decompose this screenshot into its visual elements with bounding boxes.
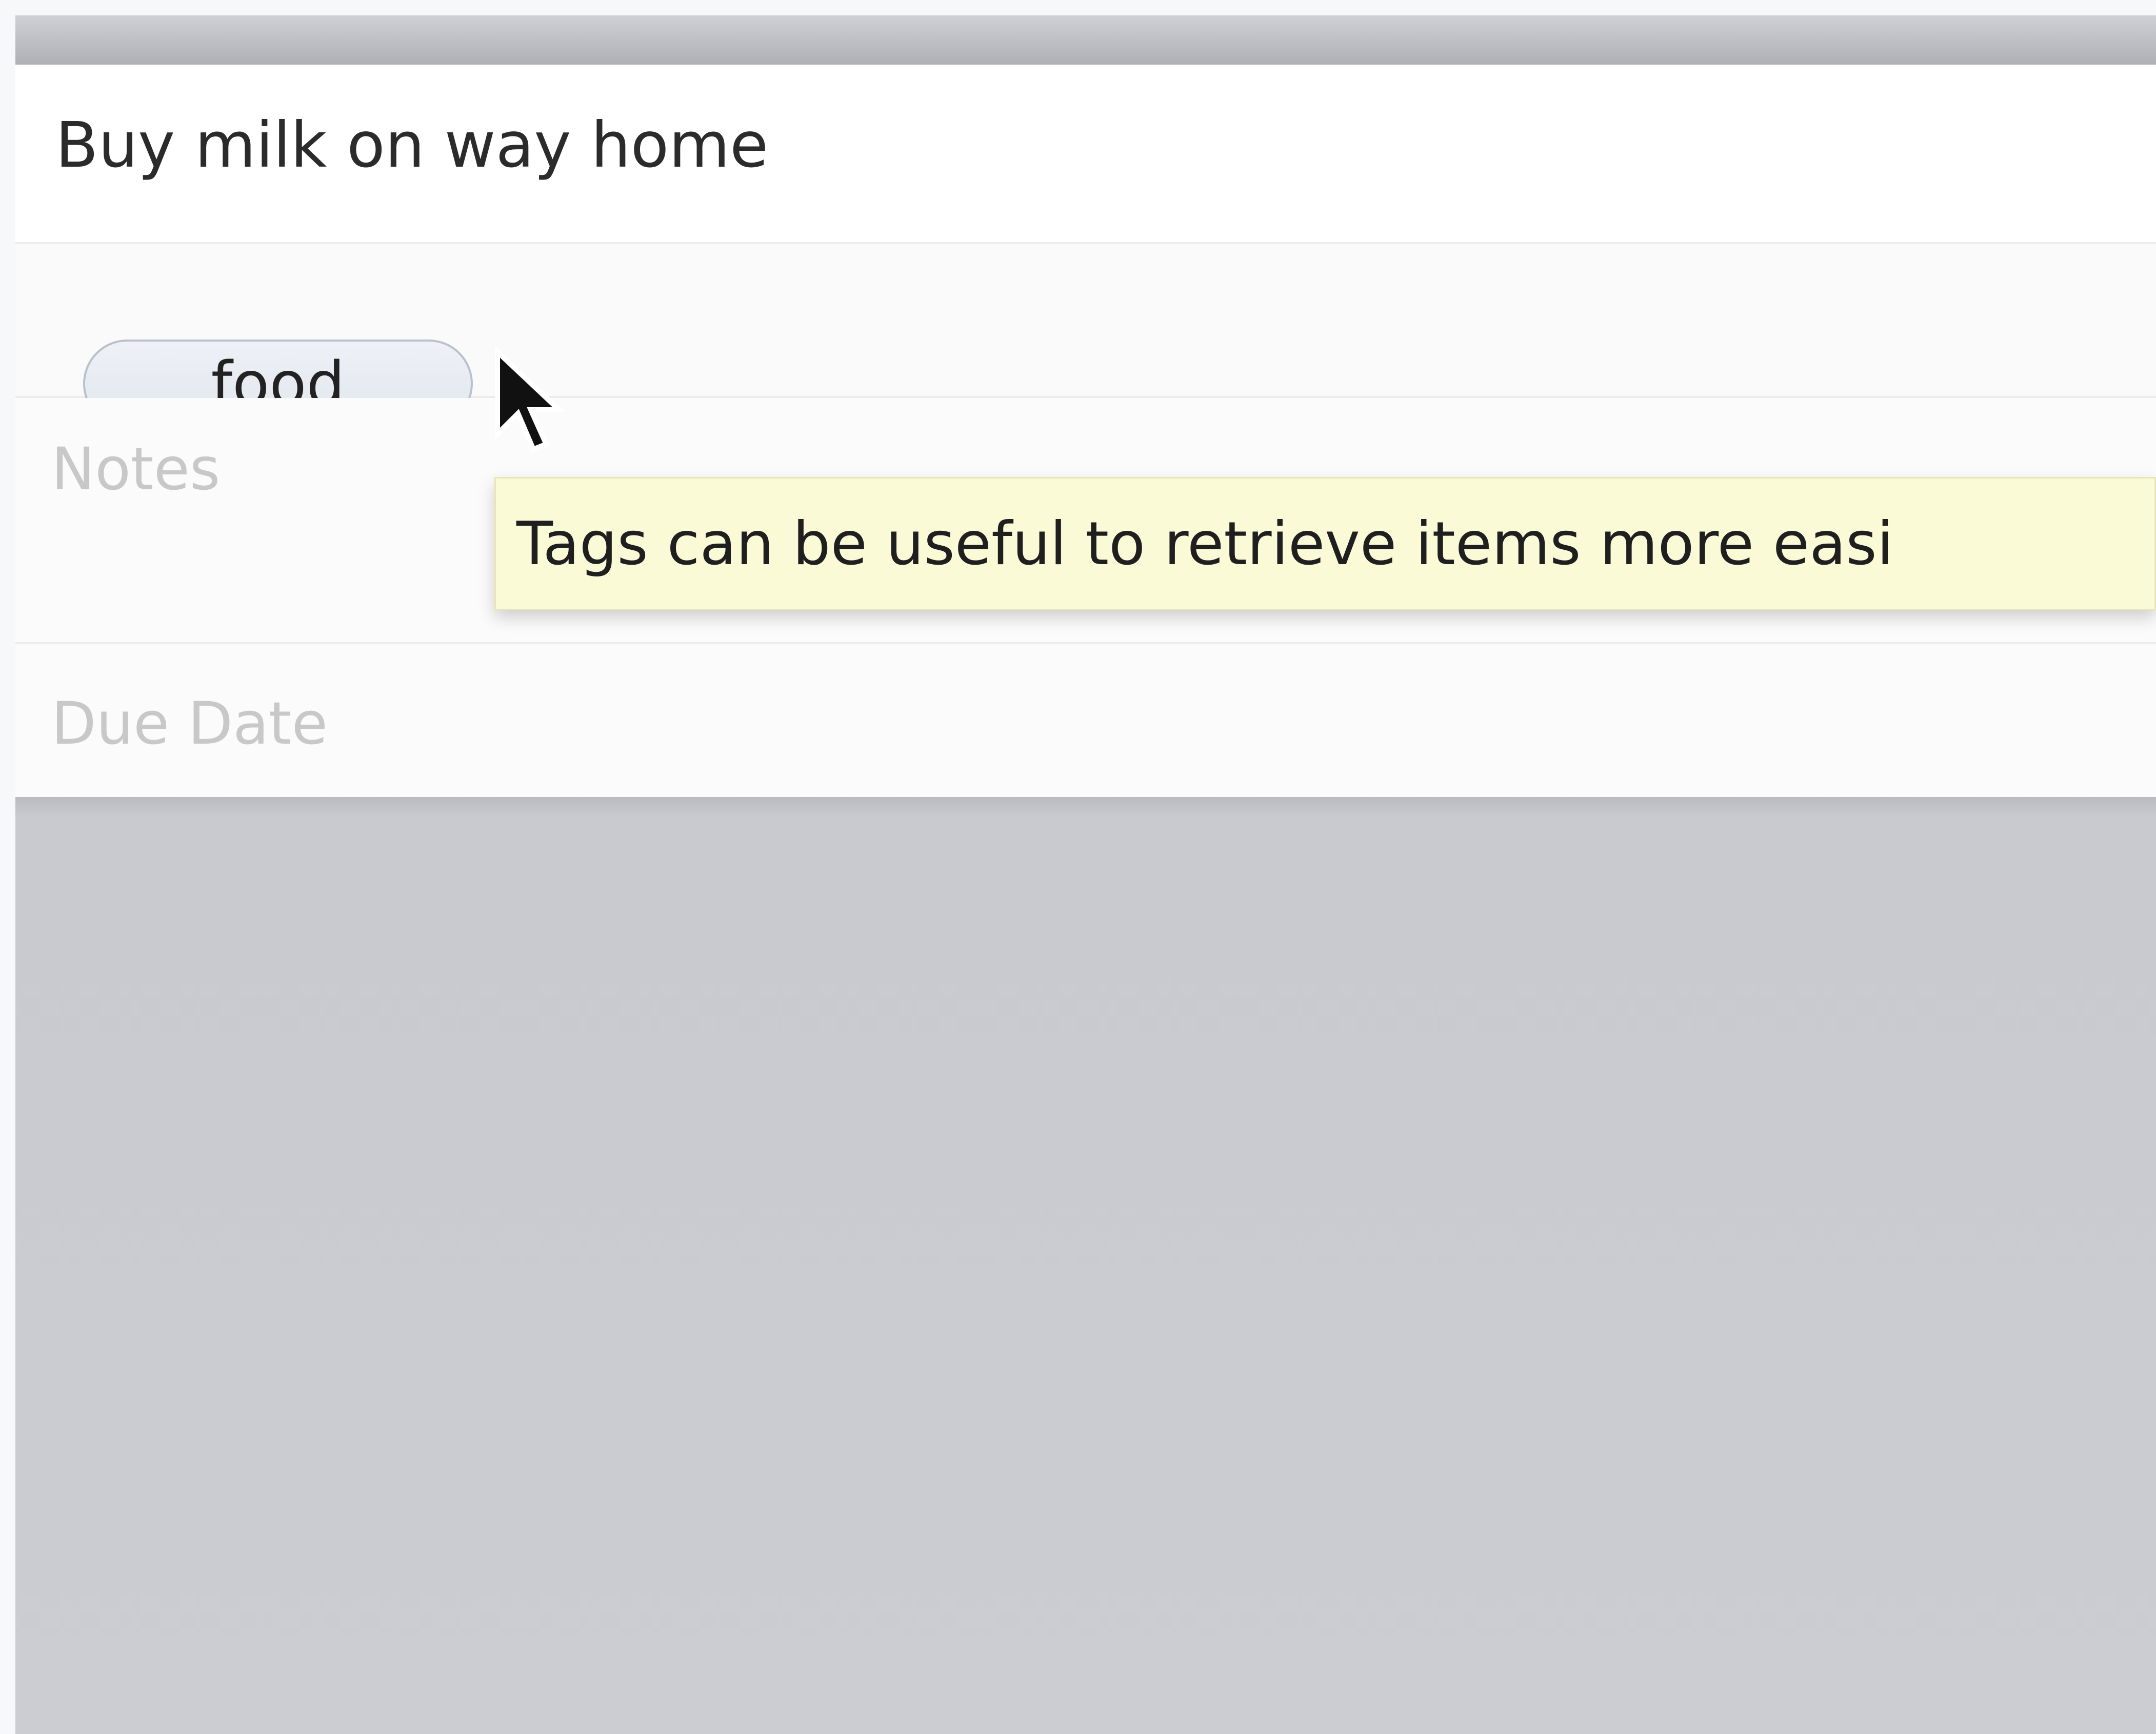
task-title-field[interactable]: Buy milk on way home — [55, 109, 768, 182]
task-list-empty-area[interactable] — [15, 797, 2156, 1734]
toolbar — [15, 15, 2156, 65]
due-date-row: Due Date — [15, 644, 2156, 797]
due-date-field[interactable]: Due Date — [51, 689, 328, 758]
arrow-cursor-icon — [495, 347, 564, 453]
task-title-row: Buy milk on way home — [15, 65, 2156, 244]
task-detail-panel: Buy milk on way home food Notes Due Date — [15, 65, 2156, 797]
app-window: Buy milk on way home food Notes Due Date… — [0, 0, 2156, 1734]
tags-tooltip: Tags can be useful to retrieve items mor… — [494, 477, 2156, 610]
tags-row: food — [15, 244, 2156, 428]
notes-field[interactable]: Notes — [51, 435, 220, 503]
tooltip-text: Tags can be useful to retrieve items mor… — [516, 509, 1893, 579]
